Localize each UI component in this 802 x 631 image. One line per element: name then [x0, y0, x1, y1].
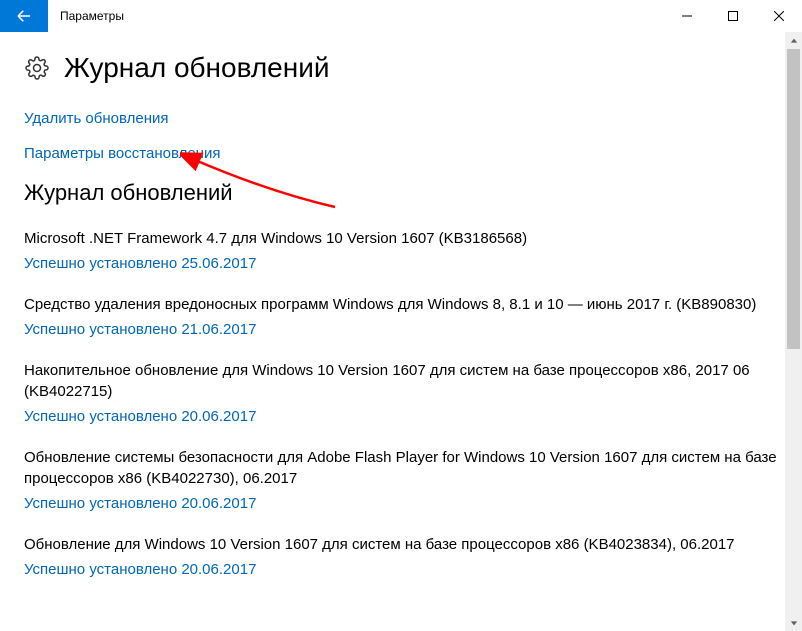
maximize-icon [728, 11, 738, 21]
update-status[interactable]: Успешно установлено 20.06.2017 [24, 561, 778, 578]
update-name: Microsoft .NET Framework 4.7 для Windows… [24, 228, 778, 249]
update-item: Средство удаления вредоносных программ W… [24, 294, 778, 338]
update-name: Обновление системы безопасности для Adob… [24, 447, 778, 489]
section-heading: Журнал обновлений [24, 180, 778, 206]
update-status[interactable]: Успешно установлено 20.06.2017 [24, 495, 778, 512]
chevron-down-icon [790, 619, 798, 627]
update-status[interactable]: Успешно установлено 21.06.2017 [24, 321, 778, 338]
page-title: Журнал обновлений [64, 52, 329, 84]
window-title: Параметры [48, 0, 124, 32]
back-button[interactable] [0, 0, 48, 32]
maximize-button[interactable] [710, 0, 756, 32]
gear-icon [24, 55, 50, 81]
minimize-button[interactable] [664, 0, 710, 32]
content-area: Журнал обновлений Удалить обновления Пар… [0, 32, 802, 631]
update-item: Microsoft .NET Framework 4.7 для Windows… [24, 228, 778, 272]
update-name: Накопительное обновление для Windows 10 … [24, 360, 778, 402]
minimize-icon [682, 11, 692, 21]
titlebar: Параметры [0, 0, 802, 32]
close-button[interactable] [756, 0, 802, 32]
scroll-down-button[interactable] [785, 614, 802, 631]
update-name: Обновление для Windows 10 Version 1607 д… [24, 534, 778, 555]
scroll-thumb[interactable] [787, 49, 800, 349]
update-item: Обновление системы безопасности для Adob… [24, 447, 778, 512]
arrow-left-icon [15, 7, 33, 25]
scroll-up-button[interactable] [785, 32, 802, 49]
update-status[interactable]: Успешно установлено 25.06.2017 [24, 255, 778, 272]
page-header: Журнал обновлений [24, 52, 778, 84]
update-status[interactable]: Успешно установлено 20.06.2017 [24, 408, 778, 425]
titlebar-spacer [124, 0, 664, 32]
update-item: Обновление для Windows 10 Version 1607 д… [24, 534, 778, 578]
window-controls [664, 0, 802, 32]
chevron-up-icon [790, 37, 798, 45]
scrollbar[interactable] [785, 32, 802, 631]
update-item: Накопительное обновление для Windows 10 … [24, 360, 778, 425]
update-name: Средство удаления вредоносных программ W… [24, 294, 778, 315]
recovery-options-link[interactable]: Параметры восстановления [24, 145, 778, 162]
close-icon [774, 11, 784, 21]
uninstall-updates-link[interactable]: Удалить обновления [24, 110, 778, 127]
